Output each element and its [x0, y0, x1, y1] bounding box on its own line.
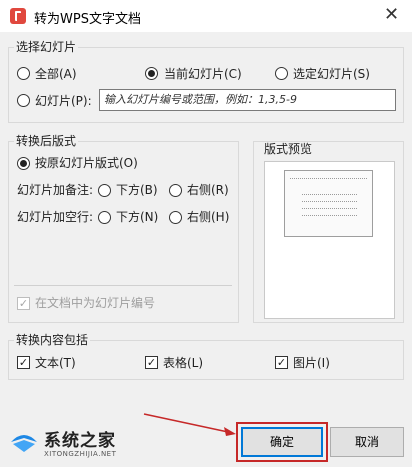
annotation-arrow-icon	[143, 413, 236, 436]
radio-notes-below-label[interactable]: 下方(B)	[116, 183, 158, 197]
slide-selection-group	[8, 47, 404, 123]
radio-blank-right-label[interactable]: 右侧(H)	[187, 210, 229, 224]
radio-original-layout[interactable]	[17, 157, 30, 170]
radio-slide-range[interactable]	[17, 94, 30, 107]
radio-blank-right[interactable]	[169, 211, 182, 224]
radio-notes-below[interactable]	[98, 184, 111, 197]
slide-thumbnail-line	[302, 208, 357, 209]
close-icon[interactable]: ✕	[384, 6, 399, 24]
radio-current-slide-label[interactable]: 当前幻灯片(C)	[164, 67, 242, 81]
radio-slide-range-label[interactable]: 幻灯片(P):	[35, 94, 92, 108]
radio-all[interactable]	[17, 67, 30, 80]
image-checkbox[interactable]: ✓	[275, 356, 288, 369]
text-checkbox[interactable]: ✓	[17, 356, 30, 369]
table-checkbox[interactable]: ✓	[145, 356, 158, 369]
blank-row-label: 幻灯片加空行:	[17, 210, 94, 224]
slide-selection-legend: 选择幻灯片	[14, 40, 79, 54]
image-checkbox-label[interactable]: 图片(I)	[293, 356, 330, 370]
slide-thumbnail-title-line	[290, 178, 367, 179]
radio-all-label[interactable]: 全部(A)	[35, 67, 77, 81]
wps-presentation-icon	[10, 8, 26, 24]
watermark-logo-icon	[11, 435, 37, 452]
notes-row-label: 幻灯片加备注:	[17, 183, 94, 197]
slide-number-label: 在文档中为幻灯片编号	[35, 296, 156, 310]
slide-thumbnail-line	[302, 201, 357, 202]
slide-thumbnail	[284, 170, 373, 237]
layout-separator	[14, 285, 232, 286]
radio-blank-below[interactable]	[98, 211, 111, 224]
radio-current-slide[interactable]	[145, 67, 158, 80]
radio-notes-right-label[interactable]: 右侧(R)	[187, 183, 229, 197]
watermark-name: 系统之家	[44, 431, 116, 451]
slide-number-checkbox[interactable]: ✓	[17, 297, 30, 310]
cancel-button[interactable]: 取消	[330, 427, 404, 457]
slide-range-input[interactable]: 输入幻灯片编号或范围，例如：1,3,5-9	[99, 89, 396, 111]
radio-blank-below-label[interactable]: 下方(N)	[116, 210, 158, 224]
radio-original-layout-label[interactable]: 按原幻灯片版式(O)	[35, 156, 138, 170]
watermark-url: XITONGZHIJIA.NET	[44, 450, 117, 458]
slide-thumbnail-line	[302, 194, 357, 195]
preview-legend: 版式预览	[262, 142, 315, 156]
slide-thumbnail-line	[302, 215, 357, 216]
radio-notes-right[interactable]	[169, 184, 182, 197]
ok-button[interactable]: 确定	[241, 427, 323, 457]
content-legend: 转换内容包括	[14, 333, 91, 347]
table-checkbox-label[interactable]: 表格(L)	[163, 356, 203, 370]
layout-legend: 转换后版式	[14, 134, 79, 148]
window-title: 转为WPS文字文档	[34, 12, 141, 27]
radio-selected-slides-label[interactable]: 选定幻灯片(S)	[293, 67, 370, 81]
radio-selected-slides[interactable]	[275, 67, 288, 80]
text-checkbox-label[interactable]: 文本(T)	[35, 356, 76, 370]
